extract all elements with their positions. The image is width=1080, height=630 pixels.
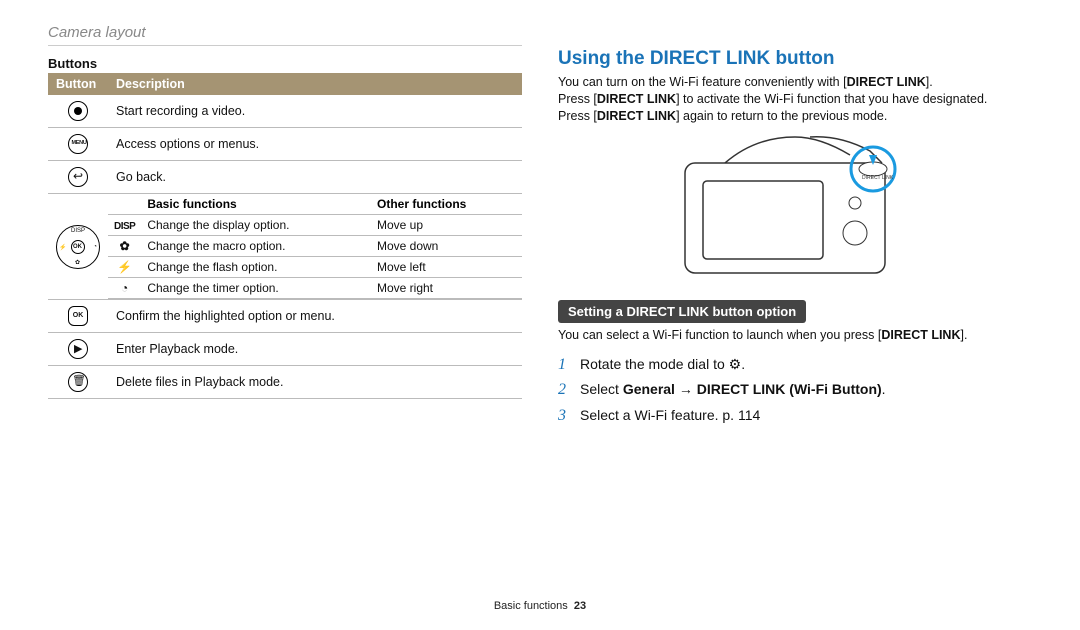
table-row: Go back. xyxy=(48,161,522,194)
other-up: Move up xyxy=(371,215,522,236)
step-2: Select General → DIRECT LINK (Wi-Fi Butt… xyxy=(558,377,1032,403)
divider xyxy=(48,45,522,46)
breadcrumb: Camera layout xyxy=(48,24,522,41)
basic-flash: Change the flash option. xyxy=(141,257,371,278)
timer-icon: ◔ xyxy=(108,278,141,299)
ok-icon xyxy=(68,306,88,326)
trash-icon xyxy=(68,372,88,392)
col-button: Button xyxy=(48,73,108,95)
basic-macro: Change the macro option. xyxy=(141,236,371,257)
menu-icon xyxy=(68,134,88,154)
other-right: Move right xyxy=(371,278,522,299)
svg-text:DIRECT LINK: DIRECT LINK xyxy=(862,175,894,181)
direct-link-intro: You can turn on the Wi-Fi feature conven… xyxy=(558,74,1032,125)
desc-back: Go back. xyxy=(108,161,522,194)
col-description: Description xyxy=(108,73,522,95)
record-icon xyxy=(68,101,88,121)
table-row: Confirm the highlighted option or menu. xyxy=(48,300,522,333)
page-footer: Basic functions 23 xyxy=(0,600,1080,612)
macro-icon: ✿ xyxy=(108,236,141,257)
table-row: Delete files in Playback mode. xyxy=(48,366,522,399)
desc-record: Start recording a video. xyxy=(108,95,522,128)
direct-link-heading: Using the DIRECT LINK button xyxy=(558,48,1032,70)
desc-play: Enter Playback mode. xyxy=(108,333,522,366)
basic-timer: Change the timer option. xyxy=(141,278,371,299)
table-row: Access options or menus. xyxy=(48,128,522,161)
basic-disp: Change the display option. xyxy=(141,215,371,236)
other-left: Move left xyxy=(371,257,522,278)
back-icon xyxy=(68,167,88,187)
table-row-dpad: DISP✿ ⚡◔ Basic functions Other functions xyxy=(48,194,522,300)
table-row: Enter Playback mode. xyxy=(48,333,522,366)
step-1: Rotate the mode dial to ⚙. xyxy=(558,352,1032,378)
setting-option-pill: Setting a DIRECT LINK button option xyxy=(558,300,806,323)
col-other: Other functions xyxy=(371,194,522,215)
camera-illustration: DIRECT LINK xyxy=(558,133,1032,286)
step-3: Select a Wi-Fi feature. p. 114 xyxy=(558,403,1032,429)
desc-trash: Delete files in Playback mode. xyxy=(108,366,522,399)
gear-icon: ⚙ xyxy=(729,356,742,372)
desc-menu: Access options or menus. xyxy=(108,128,522,161)
disp-icon: DISP xyxy=(114,221,135,232)
buttons-heading: Buttons xyxy=(48,56,522,71)
buttons-table: Button Description Start recording a vid… xyxy=(48,73,522,399)
table-row: Start recording a video. xyxy=(48,95,522,128)
col-basic: Basic functions xyxy=(141,194,371,215)
dpad-icon: DISP✿ ⚡◔ xyxy=(56,225,100,269)
other-down: Move down xyxy=(371,236,522,257)
setting-option-desc: You can select a Wi-Fi function to launc… xyxy=(558,327,1032,344)
dpad-functions-table: Basic functions Other functions DISP Cha… xyxy=(108,194,522,299)
steps-list: Rotate the mode dial to ⚙. Select Genera… xyxy=(558,352,1032,429)
playback-icon xyxy=(68,339,88,359)
flash-icon: ⚡ xyxy=(108,257,141,278)
desc-ok: Confirm the highlighted option or menu. xyxy=(108,300,522,333)
